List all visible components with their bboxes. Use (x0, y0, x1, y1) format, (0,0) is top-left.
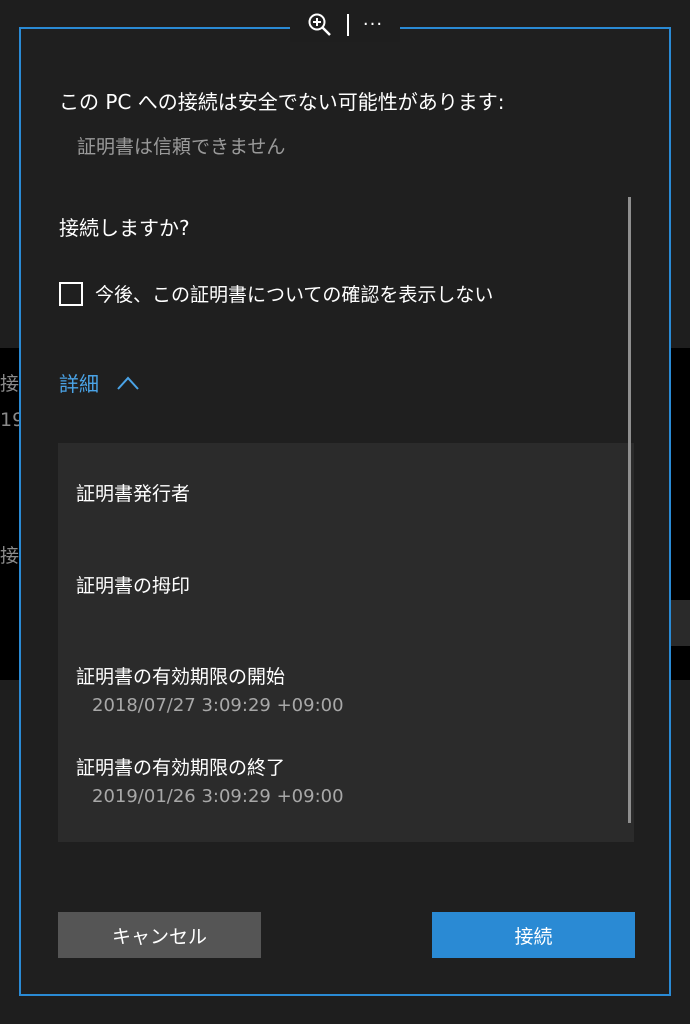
detail-label: 証明書の拇印 (76, 575, 191, 597)
dialog-subtitle: 証明書は信頼できません (77, 136, 286, 158)
toolbar-divider (346, 14, 349, 36)
cancel-button[interactable]: キャンセル (58, 912, 261, 958)
detail-valid-from: 証明書の有効期限の開始 2018/07/27 3:09:29 +09:00 (76, 662, 344, 716)
detail-valid-to: 証明書の有効期限の終了 2019/01/26 3:09:29 +09:00 (76, 753, 344, 807)
background-field (670, 600, 690, 646)
detail-issuer: 証明書発行者 (76, 479, 190, 506)
detail-value: 2018/07/27 3:09:29 +09:00 (92, 695, 344, 716)
certificate-warning-dialog: この PC への接続は安全でない可能性があります: 証明書は信頼できません 接続… (19, 27, 671, 996)
detail-value: 2019/01/26 3:09:29 +09:00 (92, 786, 344, 807)
scrollbar[interactable] (628, 197, 631, 823)
details-panel: 証明書発行者 証明書の拇印 証明書の有効期限の開始 2018/07/27 3:0… (58, 443, 634, 842)
dialog-title: この PC への接続は安全でない可能性があります: (59, 90, 505, 114)
dont-ask-again-checkbox-row[interactable]: 今後、この証明書についての確認を表示しない (59, 280, 493, 307)
connect-question: 接続しますか? (59, 216, 190, 240)
details-toggle-label: 詳細 (59, 372, 99, 396)
more-options-icon[interactable]: ··· (363, 16, 383, 34)
detail-label: 証明書の有効期限の開始 (76, 666, 286, 688)
connect-button[interactable]: 接続 (432, 912, 635, 958)
chevron-up-icon (117, 376, 139, 390)
details-toggle[interactable]: 詳細 (59, 368, 139, 397)
detail-label: 証明書発行者 (76, 483, 191, 505)
background-text: 接 (0, 373, 20, 395)
top-toolbar: ··· (290, 8, 400, 42)
detail-thumbprint: 証明書の拇印 (76, 571, 190, 598)
zoom-in-icon[interactable] (307, 12, 333, 38)
detail-label: 証明書の有効期限の終了 (76, 757, 286, 779)
background-text: 接 (0, 545, 20, 567)
dont-ask-again-label: 今後、この証明書についての確認を表示しない (95, 284, 494, 306)
dont-ask-again-checkbox[interactable] (59, 281, 83, 306)
